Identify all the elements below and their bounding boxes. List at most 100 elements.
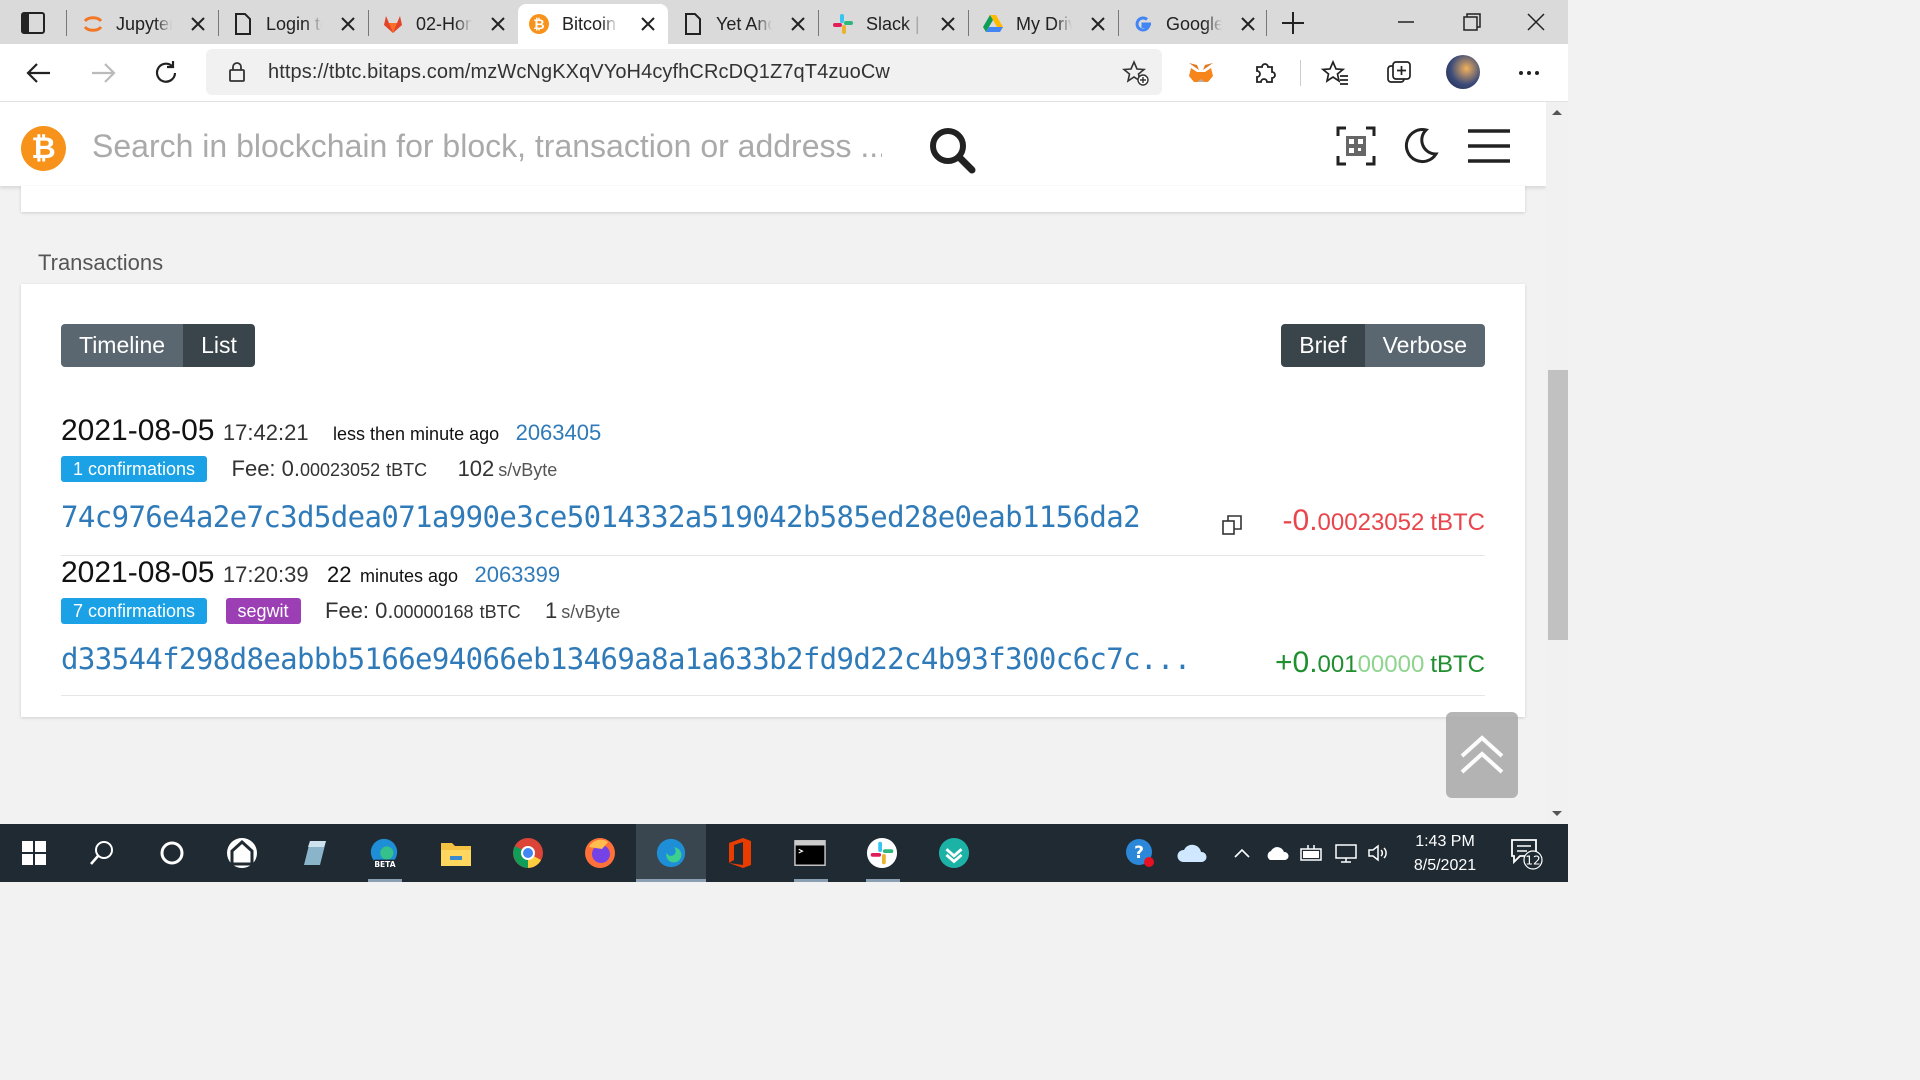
- transactions-card: Timeline List Brief Verbose 2021-08-05 1…: [21, 284, 1525, 717]
- tab-google[interactable]: Google: [1122, 4, 1268, 44]
- office-icon[interactable]: [724, 837, 756, 869]
- tab-title: Google: [1166, 13, 1222, 34]
- more-menu-icon[interactable]: [1514, 58, 1544, 88]
- tab-bitcoin[interactable]: ₿ Bitcoin: [518, 4, 668, 44]
- jupyter-icon: [82, 13, 104, 35]
- confirmations-badge: 1 confirmations: [61, 456, 208, 482]
- restore-icon[interactable]: [1460, 10, 1484, 34]
- extensions-icon[interactable]: [1250, 58, 1280, 88]
- edge-beta-icon[interactable]: BETA: [368, 837, 400, 869]
- cortana-icon[interactable]: [156, 837, 188, 869]
- fee-rate-value: 1: [545, 598, 558, 623]
- battery-icon[interactable]: [1298, 837, 1326, 869]
- google-icon: [1132, 13, 1154, 35]
- collections-icon[interactable]: [1384, 58, 1414, 88]
- tab-title: My Driv: [1016, 13, 1072, 34]
- chevron-up-icon[interactable]: [1230, 837, 1254, 869]
- onedrive-icon[interactable]: [1176, 837, 1208, 869]
- fee-digits: 00023052: [300, 460, 381, 480]
- new-tab-icon[interactable]: [1280, 10, 1306, 36]
- app-icon[interactable]: [226, 837, 258, 869]
- qr-code-icon[interactable]: [1336, 126, 1376, 166]
- lock-icon[interactable]: [226, 61, 248, 83]
- close-icon[interactable]: [488, 14, 508, 34]
- forward-icon[interactable]: [88, 58, 118, 88]
- onedrive-tray-icon[interactable]: [1264, 837, 1292, 869]
- tab-slack[interactable]: Slack | s: [822, 4, 968, 44]
- file-explorer-icon[interactable]: [440, 837, 472, 869]
- close-window-icon[interactable]: [1524, 10, 1548, 34]
- search-icon[interactable]: [928, 126, 976, 174]
- address-bar[interactable]: https://tbtc.bitaps.com/mzWcNgKXqVYoH4cy…: [206, 49, 1162, 95]
- close-icon[interactable]: [338, 14, 358, 34]
- tx-fee-rate: 102 s/vByte: [458, 456, 558, 482]
- tab-google-drive[interactable]: My Driv: [972, 4, 1118, 44]
- tab-yet-another[interactable]: Yet Ano: [672, 4, 818, 44]
- scroll-down-arrow-icon[interactable]: [1551, 810, 1563, 818]
- close-icon[interactable]: [788, 14, 808, 34]
- fee-label: Fee: 0.: [325, 598, 394, 623]
- notes-app-icon[interactable]: [298, 837, 330, 869]
- close-icon[interactable]: [938, 14, 958, 34]
- page-scrollbar[interactable]: [1546, 102, 1568, 824]
- running-indicator: [866, 879, 900, 882]
- tx-block-link[interactable]: 2063399: [474, 562, 560, 588]
- copy-icon[interactable]: [1221, 514, 1243, 536]
- close-icon[interactable]: [638, 14, 658, 34]
- network-icon[interactable]: [1332, 837, 1360, 869]
- tab-title: Yet Ano: [716, 13, 772, 34]
- help-icon[interactable]: ?: [1124, 837, 1156, 869]
- hamburger-menu-icon[interactable]: [1466, 126, 1512, 166]
- tab-login[interactable]: Login to: [222, 4, 368, 44]
- scroll-to-top-button[interactable]: [1446, 712, 1518, 798]
- tx-block-link[interactable]: 2063405: [516, 420, 602, 446]
- search-input[interactable]: [92, 122, 882, 170]
- scrollbar-thumb[interactable]: [1548, 370, 1568, 640]
- profile-avatar[interactable]: [1446, 55, 1480, 89]
- app-icon[interactable]: [938, 837, 970, 869]
- double-chevron-up-icon: [1460, 735, 1504, 774]
- notification-center-icon[interactable]: 12: [1506, 837, 1546, 870]
- volume-icon[interactable]: [1364, 837, 1392, 869]
- list-button[interactable]: List: [183, 324, 255, 367]
- refresh-icon[interactable]: [151, 58, 181, 88]
- tx-date: 2021-08-05: [61, 556, 215, 589]
- back-icon[interactable]: [24, 58, 54, 88]
- verbose-button[interactable]: Verbose: [1364, 324, 1485, 367]
- close-icon[interactable]: [188, 14, 208, 34]
- tab-title: Login to: [266, 13, 322, 34]
- system-clock[interactable]: 1:43 PM 8/5/2021: [1400, 830, 1490, 878]
- close-icon[interactable]: [1238, 14, 1258, 34]
- tx-relative-time: minutes ago: [359, 566, 459, 586]
- url-text: https://tbtc.bitaps.com/mzWcNgKXqVYoH4cy…: [268, 61, 890, 83]
- fee-digits: 00000168: [393, 602, 474, 622]
- chrome-icon[interactable]: [512, 837, 544, 869]
- tab-gitlab[interactable]: 02-Hom: [372, 4, 518, 44]
- scroll-up-arrow-icon[interactable]: [1551, 108, 1563, 116]
- tx-hash-link[interactable]: 74c976e4a2e7c3d5dea071a990e3ce5014332a51…: [61, 500, 1141, 534]
- favorites-icon[interactable]: [1320, 58, 1350, 88]
- timeline-button[interactable]: Timeline: [61, 324, 184, 367]
- edge-icon[interactable]: [655, 837, 687, 869]
- windows-start-icon[interactable]: [18, 837, 50, 869]
- firefox-icon[interactable]: [584, 837, 616, 869]
- tx-hash-link[interactable]: d33544f298d8eabbb5166e94066eb13469a8a1a6…: [61, 642, 1191, 676]
- tab-jupyter[interactable]: Jupyter: [72, 4, 218, 44]
- search-icon[interactable]: [86, 837, 118, 869]
- windows-taskbar: BETA ? 1:43 PM 8/5/2021 12: [0, 824, 1568, 882]
- svg-text:₿: ₿: [533, 17, 544, 33]
- tab-actions-icon[interactable]: [18, 10, 48, 36]
- clock-date: 8/5/2021: [1413, 857, 1477, 874]
- bitaps-logo[interactable]: ₿: [21, 126, 66, 171]
- gitlab-icon: [382, 13, 404, 35]
- amount-trailing-zeros: 00000: [1357, 651, 1425, 678]
- metamask-icon[interactable]: [1186, 58, 1216, 88]
- dark-mode-icon[interactable]: [1400, 126, 1440, 166]
- close-icon[interactable]: [1088, 14, 1108, 34]
- slack-icon[interactable]: [866, 837, 898, 869]
- terminal-icon[interactable]: [794, 837, 826, 869]
- brief-button[interactable]: Brief: [1281, 324, 1365, 367]
- minimize-icon[interactable]: [1394, 10, 1418, 34]
- amount-unit: tBTC: [1430, 509, 1485, 536]
- add-favorite-icon[interactable]: [1122, 59, 1150, 87]
